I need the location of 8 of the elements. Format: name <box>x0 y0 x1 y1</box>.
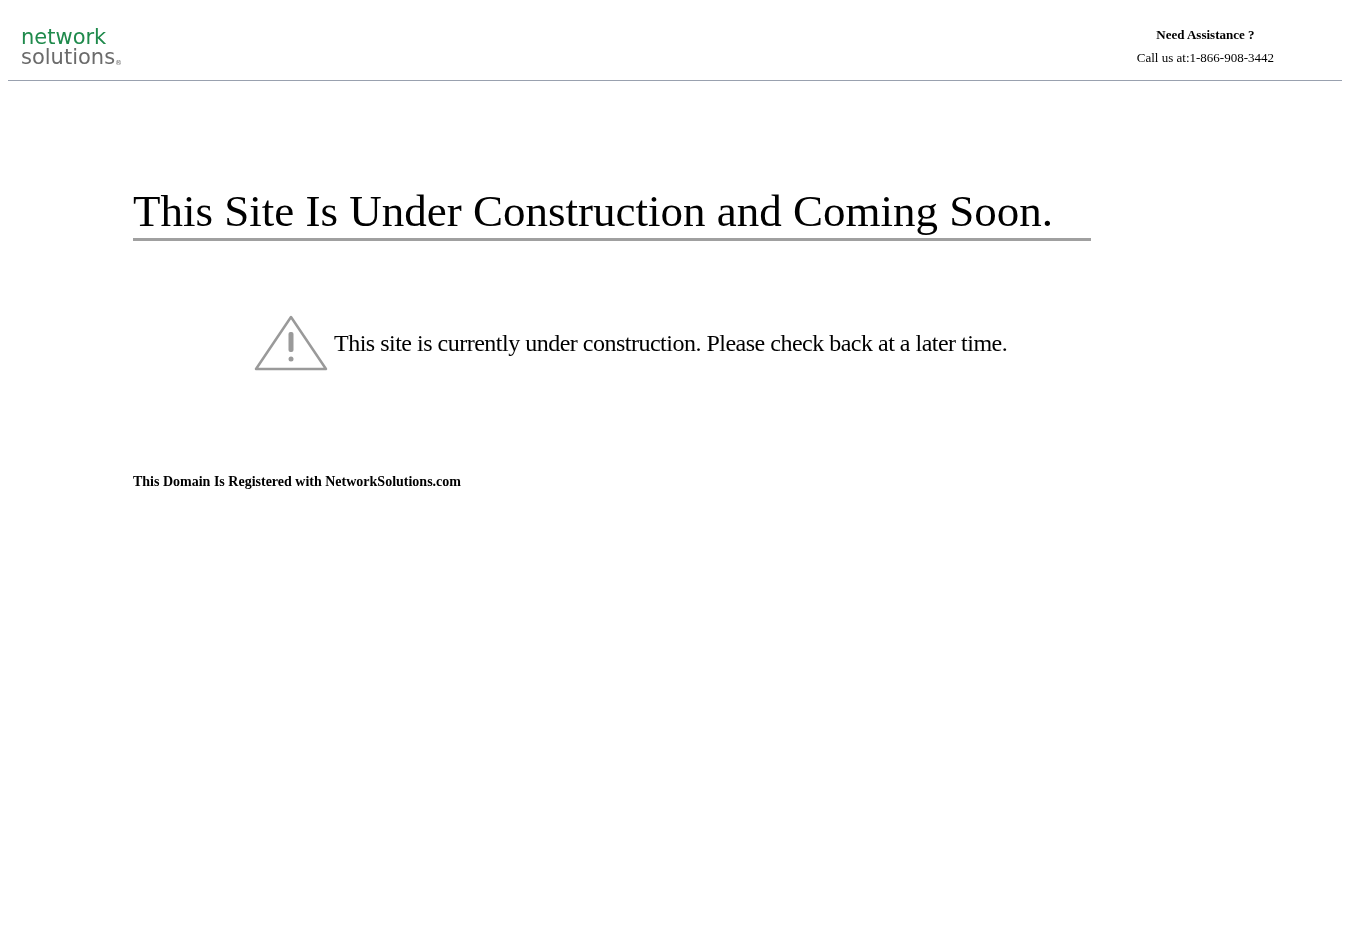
assistance-title: Need Assistance ? <box>1156 26 1255 44</box>
logo-text: network <box>21 27 107 47</box>
registration-note: This Domain Is Registered with NetworkSolutions.com <box>133 473 462 491</box>
notice-text: This site is currently under construction. Please check back at a later time. <box>334 329 1008 358</box>
logo-text: solutions <box>21 47 116 67</box>
warning-icon <box>254 315 328 371</box>
phone-text: Call us at:1-866-908-3442 <box>1136 48 1274 67</box>
page-heading: This Site Is Under Construction and Coming Soon. <box>133 184 1091 241</box>
